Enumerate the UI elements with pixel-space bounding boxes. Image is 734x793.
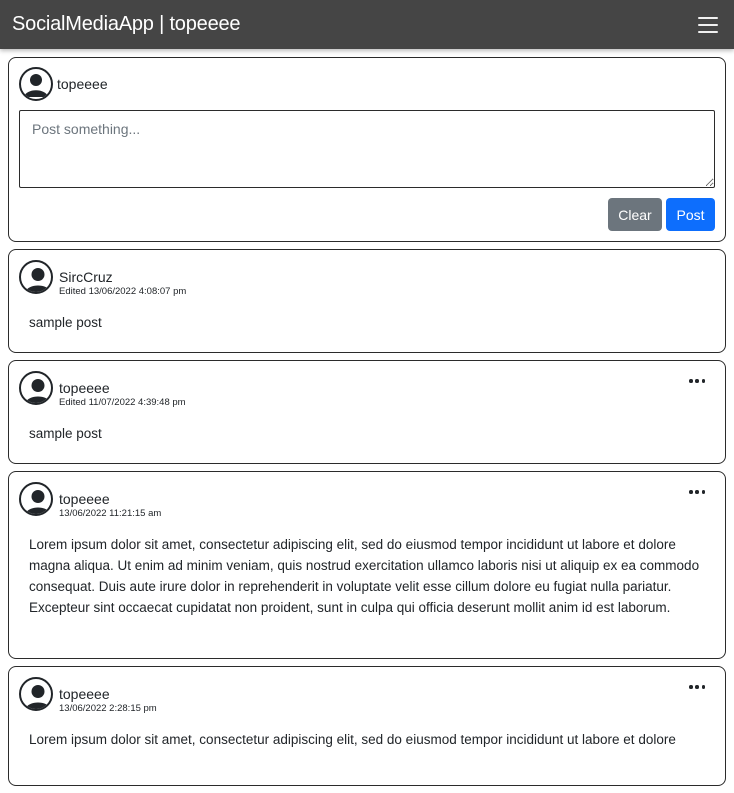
post-timestamp: Edited 11/07/2022 4:39:48 pm <box>59 397 186 408</box>
post-header: SircCruz Edited 13/06/2022 4:08:07 pm <box>19 260 715 298</box>
post-body: sample post <box>29 315 102 330</box>
post-body: Lorem ipsum dolor sit amet, consectetur … <box>29 732 676 747</box>
post-meta: SircCruz Edited 13/06/2022 4:08:07 pm <box>59 260 186 298</box>
person-circle-icon <box>19 482 53 516</box>
post-header: topeeee 13/06/2022 11:21:15 am <box>19 482 715 520</box>
three-dots-icon[interactable] <box>689 489 705 495</box>
post-header: topeeee Edited 11/07/2022 4:39:48 pm <box>19 371 715 409</box>
post-body: Lorem ipsum dolor sit amet, consectetur … <box>29 537 700 615</box>
post-meta: topeeee 13/06/2022 2:28:15 pm <box>59 677 157 715</box>
hamburger-menu-icon[interactable] <box>698 16 718 33</box>
person-circle-icon <box>19 67 53 101</box>
post-card: topeeee 13/06/2022 11:21:15 am Lorem ips… <box>8 471 726 659</box>
composer-username: topeeee <box>57 76 108 92</box>
post-header: topeeee 13/06/2022 2:28:15 pm <box>19 677 715 715</box>
person-circle-icon <box>19 371 53 405</box>
post-button[interactable]: Post <box>666 198 715 231</box>
feed: topeeee Clear Post SircCruz Edited 13/06… <box>8 57 726 793</box>
app-brand-title[interactable]: SocialMediaApp | topeeee <box>12 13 241 36</box>
three-dots-icon[interactable] <box>689 684 705 690</box>
post-card: topeeee 13/06/2022 2:28:15 pm Lorem ipsu… <box>8 666 726 786</box>
composer-actions: Clear Post <box>19 198 715 231</box>
top-navbar: SocialMediaApp | topeeee <box>0 0 734 49</box>
post-body: sample post <box>29 426 102 441</box>
post-meta: topeeee Edited 11/07/2022 4:39:48 pm <box>59 371 186 409</box>
post-card: SircCruz Edited 13/06/2022 4:08:07 pm sa… <box>8 249 726 353</box>
post-author[interactable]: topeeee <box>59 380 186 397</box>
post-card: topeeee Edited 11/07/2022 4:39:48 pm sam… <box>8 360 726 464</box>
post-author[interactable]: topeeee <box>59 491 161 508</box>
clear-button[interactable]: Clear <box>608 198 662 231</box>
post-timestamp: 13/06/2022 11:21:15 am <box>59 508 162 519</box>
person-circle-icon <box>19 260 53 294</box>
post-timestamp: 13/06/2022 2:28:15 pm <box>59 703 157 714</box>
post-input[interactable] <box>19 110 715 188</box>
post-author[interactable]: SircCruz <box>59 269 186 286</box>
post-composer: topeeee Clear Post <box>8 57 726 242</box>
post-timestamp: Edited 13/06/2022 4:08:07 pm <box>59 286 187 297</box>
post-meta: topeeee 13/06/2022 11:21:15 am <box>59 482 161 520</box>
composer-header: topeeee <box>19 67 715 101</box>
three-dots-icon[interactable] <box>689 378 705 384</box>
person-circle-icon <box>19 677 53 711</box>
post-author[interactable]: topeeee <box>59 686 157 703</box>
